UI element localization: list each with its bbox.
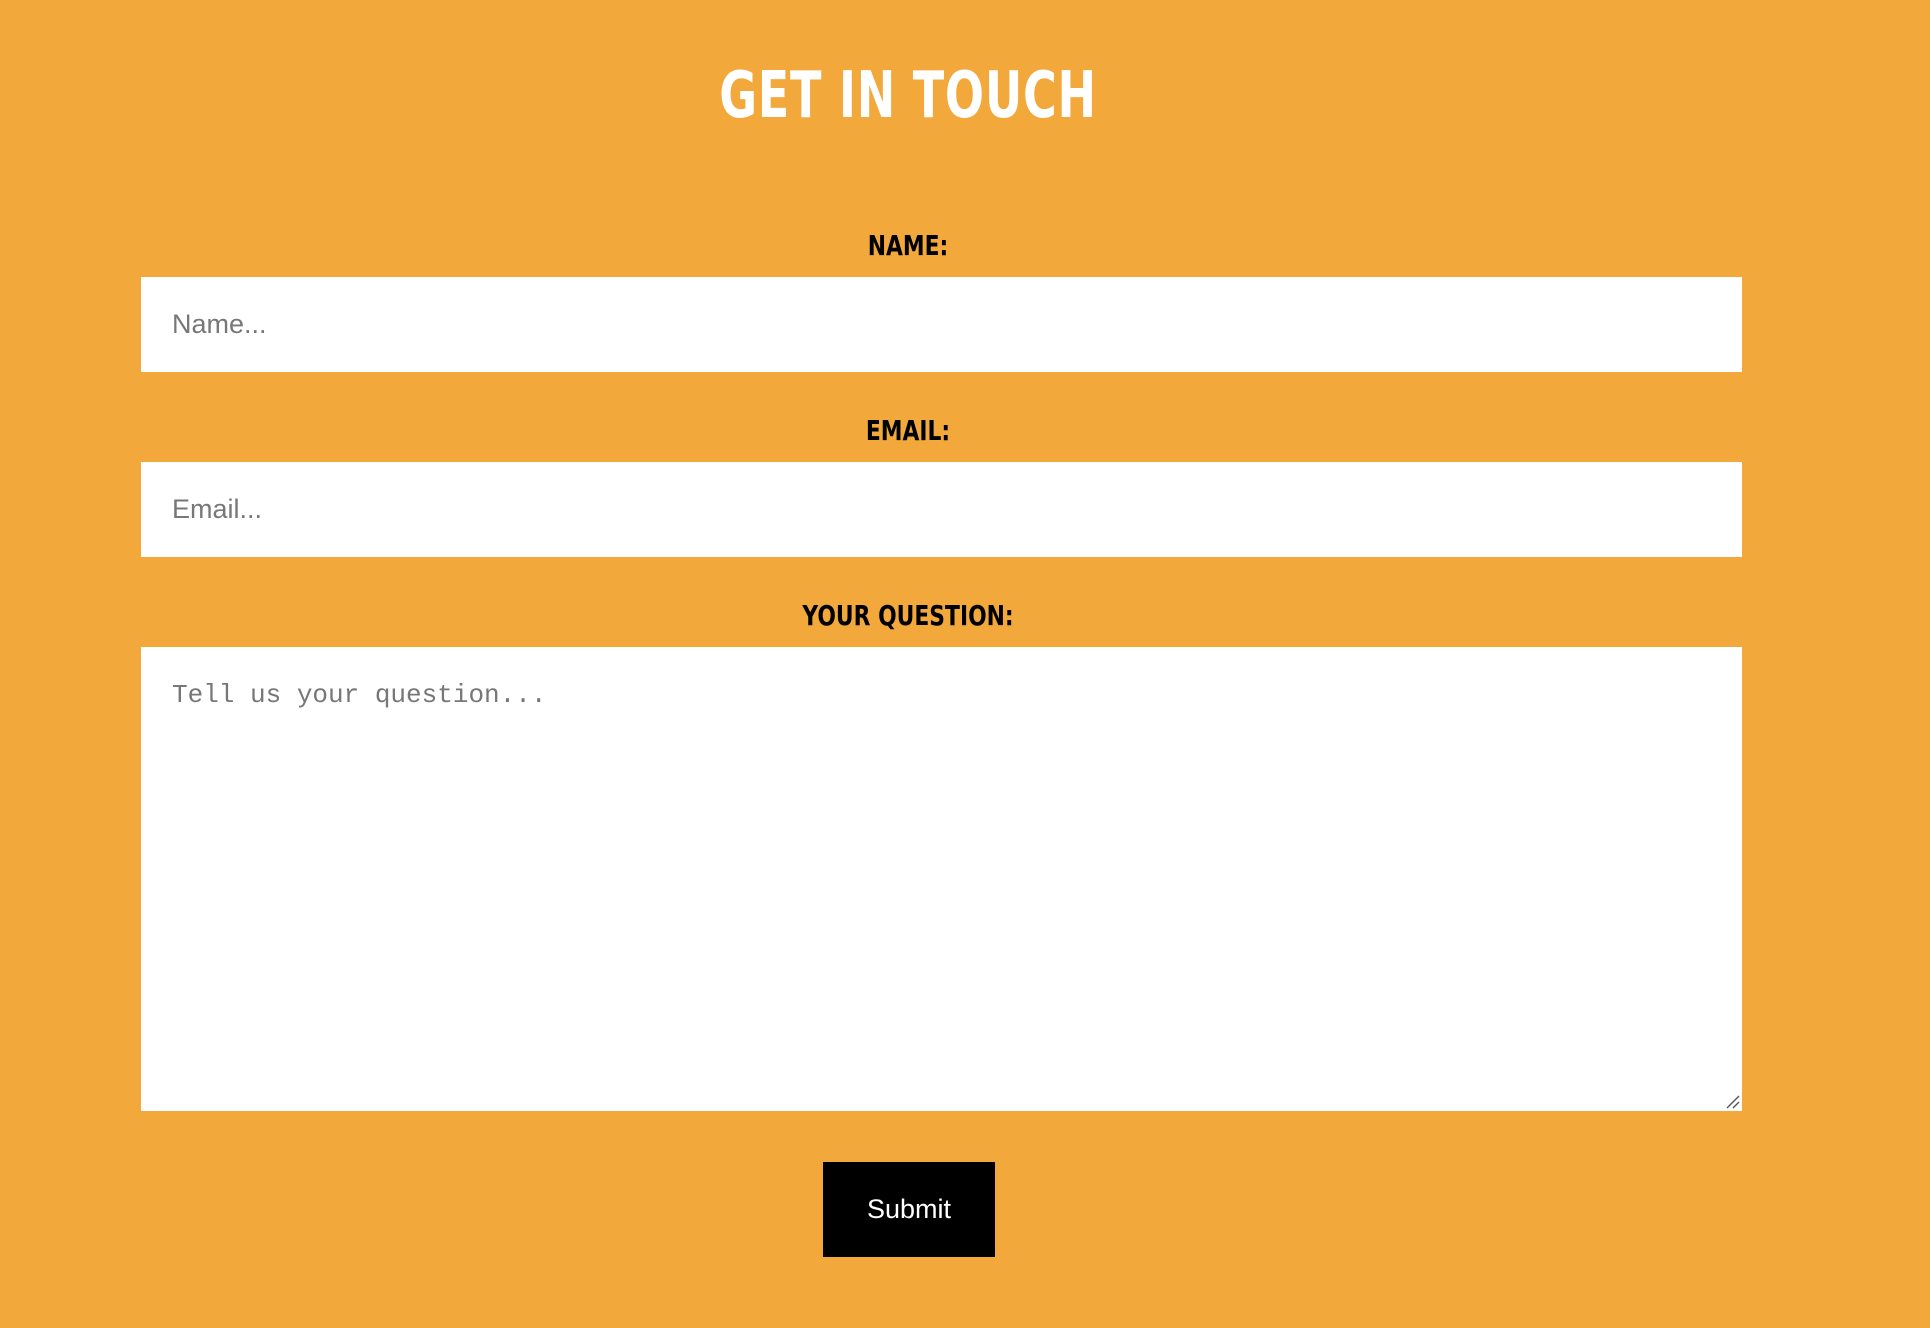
page-title: GET IN TOUCH	[719, 59, 1097, 133]
question-label: YOUR QUESTION:	[802, 599, 1014, 632]
question-textarea[interactable]	[141, 647, 1742, 1111]
name-input[interactable]	[141, 277, 1742, 372]
contact-section: GET IN TOUCH NAME: EMAIL: YOUR QUESTION:…	[0, 0, 1930, 1328]
submit-button[interactable]: Submit	[823, 1162, 995, 1257]
email-input[interactable]	[141, 462, 1742, 557]
name-label: NAME:	[867, 229, 949, 262]
resize-grip-icon[interactable]	[1725, 1094, 1740, 1109]
email-label: EMAIL:	[865, 414, 951, 447]
